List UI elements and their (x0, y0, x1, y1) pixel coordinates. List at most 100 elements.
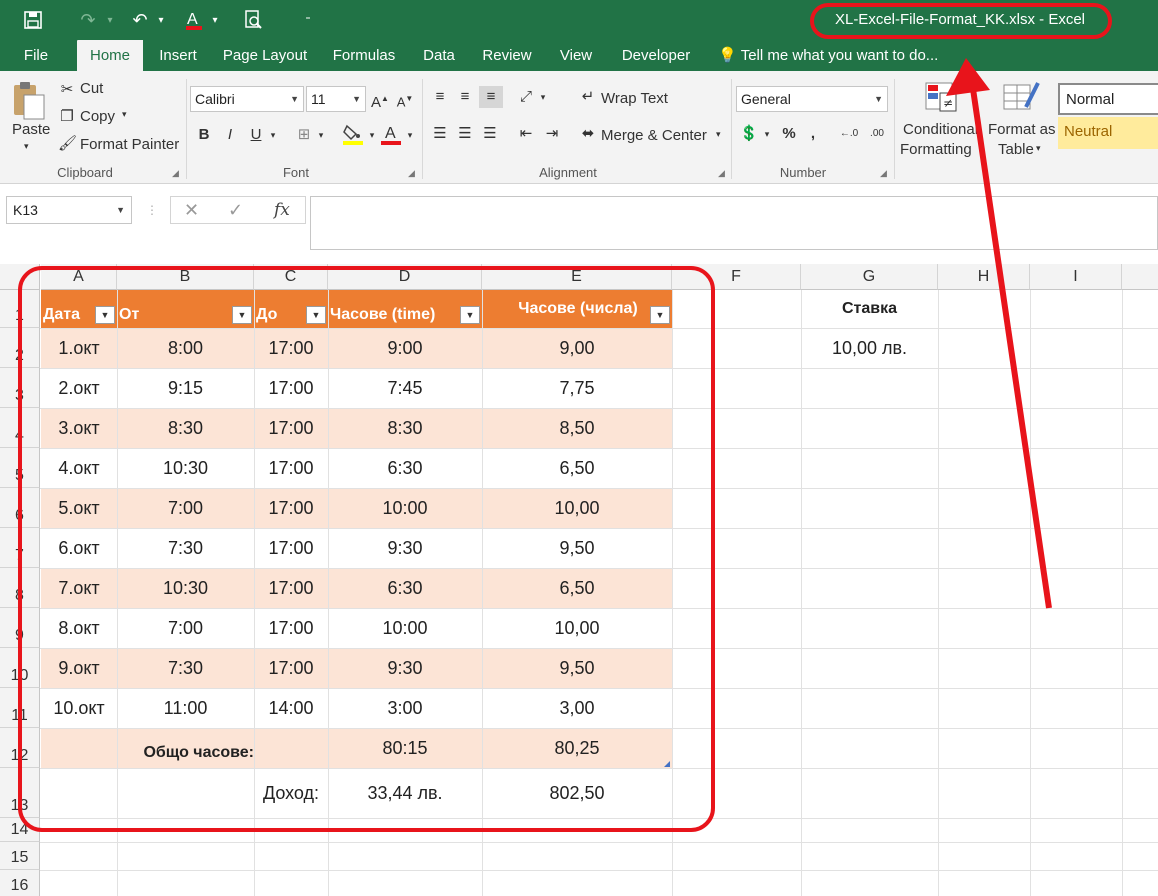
date-cell[interactable]: 3.окт (41, 408, 117, 448)
font-size-dropdown-icon[interactable]: ▼ (352, 87, 361, 111)
number-launcher-icon[interactable]: ◢ (880, 168, 887, 179)
row-header-7[interactable]: 7 (0, 528, 40, 568)
italic-icon[interactable]: I (222, 124, 238, 146)
hours-number-cell[interactable]: 10,00 (482, 608, 672, 648)
orientation-icon[interactable]: ⤢ (516, 86, 536, 108)
paste-button[interactable]: Paste (12, 121, 50, 138)
tab-page-layout[interactable]: Page Layout (218, 40, 312, 71)
font-name-dropdown-icon[interactable]: ▼ (290, 87, 299, 111)
row-header-3[interactable]: 3 (0, 368, 40, 408)
hours-time-cell[interactable]: 10:00 (328, 488, 482, 528)
conditional-formatting-line1[interactable]: Conditional (903, 121, 978, 138)
hours-number-cell[interactable]: 8,50 (482, 408, 672, 448)
hours-number-cell[interactable]: 6,50 (482, 448, 672, 488)
bold-icon[interactable]: B (196, 124, 212, 146)
from-cell[interactable]: 9:15 (117, 368, 254, 408)
orientation-dropdown-icon[interactable]: ▾ (538, 86, 548, 108)
name-box[interactable]: K13 ▼ (6, 196, 132, 224)
from-cell[interactable]: 8:00 (117, 328, 254, 368)
number-format-combo[interactable]: General ▼ (736, 86, 888, 112)
hours-number-cell[interactable]: 9,00 (482, 328, 672, 368)
increase-indent-icon[interactable]: ⇥ (542, 123, 562, 145)
confirm-entry-icon[interactable]: ✓ (228, 196, 243, 224)
format-painter-button[interactable]: Format Painter (80, 136, 179, 153)
date-cell[interactable]: 8.окт (41, 608, 117, 648)
column-header-a[interactable]: A (41, 264, 117, 290)
accounting-dropdown-icon[interactable]: ▾ (762, 123, 772, 145)
rate-label[interactable]: Ставка (801, 290, 938, 328)
tab-view[interactable]: View (552, 40, 600, 71)
from-cell[interactable]: 7:00 (117, 488, 254, 528)
column-header-i[interactable]: I (1030, 264, 1122, 290)
format-painter-icon[interactable]: 🖌 (58, 133, 77, 155)
align-top-icon[interactable]: ≡ (430, 86, 450, 108)
row-header-2[interactable]: 2 (0, 328, 40, 368)
merge-center-button[interactable]: Merge & Center (601, 127, 707, 144)
filter-dropdown-icon[interactable]: ▼ (306, 306, 326, 324)
tab-developer[interactable]: Developer (614, 40, 698, 71)
wrap-text-icon[interactable]: ↵ (578, 86, 598, 108)
merge-dropdown-icon[interactable]: ▾ (716, 129, 721, 140)
hours-number-cell[interactable]: 6,50 (482, 568, 672, 608)
filter-dropdown-icon[interactable]: ▼ (650, 306, 670, 324)
from-cell[interactable]: 7:30 (117, 648, 254, 688)
number-format-dropdown-icon[interactable]: ▼ (874, 87, 883, 111)
hours-time-cell[interactable]: 9:30 (328, 648, 482, 688)
hours-time-cell[interactable]: 9:00 (328, 328, 482, 368)
tab-file[interactable]: File (14, 40, 58, 71)
date-cell[interactable]: 9.окт (41, 648, 117, 688)
row-header-12[interactable]: 12 (0, 728, 40, 768)
hours-number-cell[interactable]: 3,00 (482, 688, 672, 728)
cut-icon[interactable]: ✂ (58, 79, 76, 101)
decrease-decimal-icon[interactable]: .00 (866, 123, 888, 145)
customize-qat-icon[interactable]: ⁼ (300, 0, 316, 40)
align-right-icon[interactable]: ☰ (480, 123, 500, 145)
row-header-1[interactable]: 1 (0, 290, 40, 328)
to-cell[interactable]: 17:00 (254, 528, 328, 568)
tell-me-search[interactable]: 💡 Tell me what you want to do... (718, 40, 938, 71)
to-cell[interactable]: 17:00 (254, 448, 328, 488)
hours-number-cell[interactable]: 7,75 (482, 368, 672, 408)
format-as-table-icon[interactable] (1002, 79, 1040, 115)
borders-icon[interactable]: ⊞ (294, 124, 314, 146)
percent-style-icon[interactable]: % (779, 123, 799, 145)
borders-dropdown-icon[interactable]: ▾ (316, 124, 326, 146)
tab-data[interactable]: Data (416, 40, 462, 71)
undo-icon[interactable]: ↶ (128, 0, 152, 40)
total-hours-number[interactable]: 80,25 (482, 728, 672, 768)
hours-number-cell[interactable]: 10,00 (482, 488, 672, 528)
rate-value[interactable]: 10,00 лв. (801, 328, 938, 368)
hours-time-cell[interactable]: 3:00 (328, 688, 482, 728)
hours-number-cell[interactable]: 9,50 (482, 648, 672, 688)
hours-time-cell[interactable]: 9:30 (328, 528, 482, 568)
format-as-table-line1[interactable]: Format as (988, 121, 1056, 138)
insert-function-icon[interactable]: fx (274, 196, 290, 224)
align-center-icon[interactable]: ☰ (455, 123, 475, 145)
to-cell[interactable]: 17:00 (254, 608, 328, 648)
from-cell[interactable]: 7:00 (117, 608, 254, 648)
underline-dropdown-icon[interactable]: ▾ (268, 124, 278, 146)
tab-home[interactable]: Home (77, 40, 143, 71)
income-label[interactable]: Доход: (254, 768, 328, 818)
row-header-4[interactable]: 4 (0, 408, 40, 448)
format-as-table-line2[interactable]: Table (998, 141, 1034, 158)
row-header-5[interactable]: 5 (0, 448, 40, 488)
increase-decimal-icon[interactable]: ←.0 (838, 123, 860, 145)
cut-button[interactable]: Cut (80, 80, 103, 97)
font-size-combo[interactable]: 11 ▼ (306, 86, 366, 112)
style-neutral[interactable]: Neutral (1058, 117, 1158, 149)
income-time[interactable]: 33,44 лв. (328, 768, 482, 818)
column-header-d[interactable]: D (328, 264, 482, 290)
from-cell[interactable]: 11:00 (117, 688, 254, 728)
column-header-c[interactable]: C (254, 264, 328, 290)
column-header-j[interactable] (1122, 264, 1158, 290)
fill-color-icon[interactable] (342, 122, 364, 145)
select-all-corner[interactable] (0, 264, 40, 290)
hours-number-cell[interactable]: 9,50 (482, 528, 672, 568)
from-cell[interactable]: 10:30 (117, 448, 254, 488)
redo-dropdown-icon[interactable]: ▾ (104, 0, 116, 40)
copy-dropdown-icon[interactable]: ▾ (122, 109, 127, 120)
font-color-dropdown-icon[interactable]: ▾ (405, 124, 415, 146)
to-cell[interactable]: 17:00 (254, 568, 328, 608)
comma-style-icon[interactable]: , (806, 123, 820, 145)
